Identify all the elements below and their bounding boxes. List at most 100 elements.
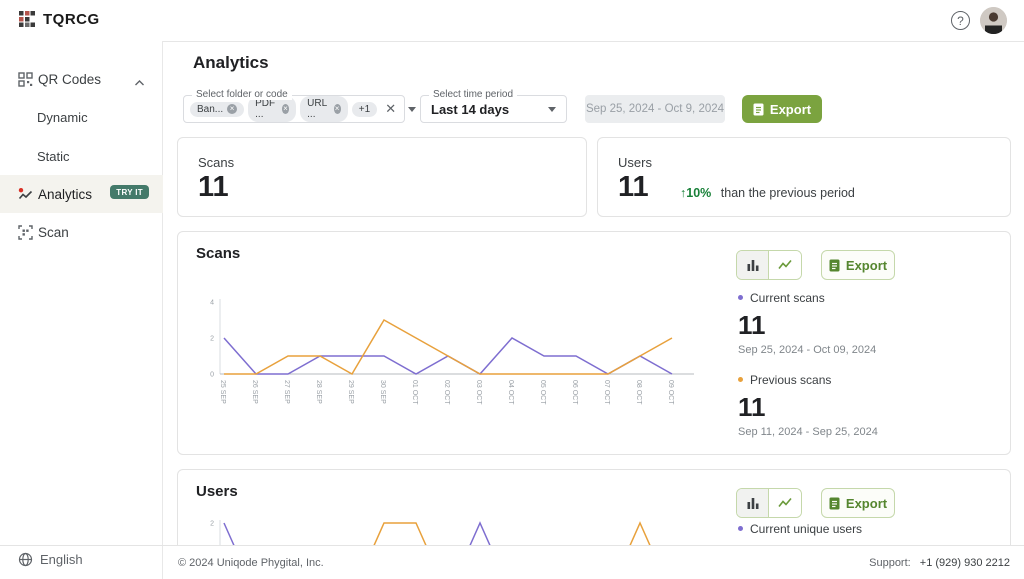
svg-text:0: 0 bbox=[210, 372, 214, 379]
app-window: TQRCG ? QR Codes bbox=[0, 0, 1024, 579]
avatar-image bbox=[980, 7, 1007, 34]
language-label: English bbox=[40, 552, 83, 567]
legend-label: Current scans bbox=[750, 291, 825, 305]
users-summary-label: Users bbox=[618, 155, 652, 170]
app-logo[interactable]: TQRCG bbox=[18, 10, 100, 28]
topbar-divider bbox=[163, 41, 1024, 42]
time-period-select[interactable]: Select time period Last 14 days bbox=[420, 95, 567, 123]
sidebar-item-qr-codes[interactable]: QR Codes bbox=[0, 60, 163, 98]
legend-period: Sep 11, 2024 - Sep 25, 2024 bbox=[738, 426, 878, 438]
bar-chart-toggle[interactable] bbox=[737, 251, 769, 279]
page-title: Analytics bbox=[193, 53, 269, 73]
sidebar-item-scan[interactable]: Scan bbox=[0, 213, 163, 251]
users-delta: ↑10% than the previous period bbox=[680, 186, 855, 200]
chevron-up-icon[interactable] bbox=[134, 74, 145, 92]
svg-text:02 OCT: 02 OCT bbox=[443, 380, 450, 405]
svg-text:07 OCT: 07 OCT bbox=[603, 380, 610, 405]
export-button-label: Export bbox=[846, 496, 887, 511]
chip-remove-icon[interactable]: × bbox=[227, 104, 237, 114]
legend-current-unique-users: Current unique users bbox=[738, 520, 862, 538]
chevron-down-icon[interactable] bbox=[408, 107, 416, 112]
scans-chart-card: Scans Export bbox=[177, 231, 1011, 455]
legend-label: Previous scans bbox=[750, 373, 831, 387]
legend-dot-orange bbox=[738, 377, 743, 382]
scans-summary-value: 11 bbox=[198, 171, 229, 204]
svg-text:4: 4 bbox=[210, 300, 214, 307]
line-chart-toggle[interactable] bbox=[769, 489, 801, 517]
legend-dot-purple bbox=[738, 526, 743, 531]
chip-remove-icon[interactable]: × bbox=[282, 104, 289, 114]
arrow-up-icon: ↑10% bbox=[680, 186, 711, 200]
sidebar-divider bbox=[0, 545, 163, 546]
svg-text:27 SEP: 27 SEP bbox=[283, 380, 290, 404]
users-delta-note: than the previous period bbox=[721, 186, 855, 200]
svg-text:06 OCT: 06 OCT bbox=[571, 380, 578, 405]
chart-type-toggle bbox=[736, 488, 802, 518]
users-card-title: Users bbox=[196, 483, 238, 500]
chart-type-toggle bbox=[736, 250, 802, 280]
svg-text:26 SEP: 26 SEP bbox=[251, 380, 258, 404]
svg-text:25 SEP: 25 SEP bbox=[219, 380, 226, 404]
language-selector[interactable]: English bbox=[18, 552, 83, 567]
line-chart-toggle[interactable] bbox=[769, 251, 801, 279]
time-period-label: Select time period bbox=[429, 89, 517, 100]
sidebar: QR Codes Dynamic Static Analytics TRY IT bbox=[0, 41, 163, 579]
scans-summary-card: Scans 11 bbox=[177, 137, 587, 217]
support-label: Support: bbox=[869, 557, 911, 569]
scans-line-chart: 0 2 4 25 SEP 26 SEP 27 SEP 28 SEP 29 SEP 30 SEP 0… bbox=[194, 290, 714, 425]
sidebar-item-dynamic[interactable]: Dynamic bbox=[0, 98, 163, 136]
legend-dot-purple bbox=[738, 295, 743, 300]
globe-icon bbox=[18, 552, 33, 567]
chevron-down-icon bbox=[548, 107, 556, 112]
scan-icon bbox=[18, 225, 33, 240]
chip-label: Ban... bbox=[197, 104, 223, 115]
line-chart-icon bbox=[778, 496, 792, 510]
users-summary-value: 11 bbox=[618, 171, 649, 204]
avatar[interactable] bbox=[980, 7, 1007, 34]
bar-chart-toggle[interactable] bbox=[737, 489, 769, 517]
svg-text:2: 2 bbox=[210, 336, 214, 343]
svg-text:2: 2 bbox=[210, 521, 214, 528]
try-it-badge: TRY IT bbox=[110, 185, 149, 199]
svg-text:08 OCT: 08 OCT bbox=[635, 380, 642, 405]
svg-text:03 OCT: 03 OCT bbox=[475, 380, 482, 405]
help-icon[interactable]: ? bbox=[951, 11, 970, 30]
export-users-button[interactable]: Export bbox=[821, 488, 895, 518]
svg-text:29 SEP: 29 SEP bbox=[347, 380, 354, 404]
copyright-text: © 2024 Uniqode Phygital, Inc. bbox=[178, 557, 324, 569]
folder-filter-label: Select folder or code bbox=[192, 89, 292, 100]
qr-logo-icon bbox=[18, 10, 36, 28]
chip-label: PDF ... bbox=[255, 98, 278, 120]
filter-chip[interactable]: Ban... × bbox=[190, 102, 244, 117]
sidebar-item-label: QR Codes bbox=[38, 72, 101, 87]
legend-value: 11 bbox=[738, 310, 876, 341]
line-chart-icon bbox=[778, 258, 792, 272]
filter-chip[interactable]: URL ... × bbox=[300, 96, 348, 122]
legend-value: 11 bbox=[738, 392, 878, 423]
chip-remove-icon[interactable]: × bbox=[334, 104, 341, 114]
export-scans-button[interactable]: Export bbox=[821, 250, 895, 280]
support-phone: +1 (929) 930 2212 bbox=[920, 557, 1010, 569]
folder-filter[interactable]: Select folder or code Ban... × PDF ... ×… bbox=[183, 95, 405, 123]
svg-text:28 SEP: 28 SEP bbox=[315, 380, 322, 404]
svg-text:04 OCT: 04 OCT bbox=[507, 380, 514, 405]
legend-previous-scans: Previous scans 11 Sep 11, 2024 - Sep 25,… bbox=[738, 371, 878, 438]
footer: © 2024 Uniqode Phygital, Inc. Support: +… bbox=[163, 545, 1024, 579]
export-button[interactable]: Export bbox=[742, 95, 822, 123]
bar-chart-icon bbox=[746, 496, 760, 510]
svg-text:30 SEP: 30 SEP bbox=[379, 380, 386, 404]
file-icon bbox=[829, 497, 840, 510]
scans-summary-label: Scans bbox=[198, 155, 234, 170]
scans-card-title: Scans bbox=[196, 245, 240, 262]
sidebar-item-static[interactable]: Static bbox=[0, 137, 163, 175]
bar-chart-icon bbox=[746, 258, 760, 272]
support-info: Support: +1 (929) 930 2212 bbox=[869, 557, 1010, 569]
sidebar-item-analytics[interactable]: Analytics TRY IT bbox=[0, 175, 163, 213]
clear-filter-icon[interactable]: ✕ bbox=[385, 101, 396, 117]
filter-chip-more[interactable]: +1 bbox=[352, 102, 377, 117]
time-period-value: Last 14 days bbox=[431, 102, 509, 117]
date-range-button[interactable]: Sep 25, 2024 - Oct 9, 2024 bbox=[585, 95, 725, 123]
file-icon bbox=[753, 103, 764, 116]
file-icon bbox=[829, 259, 840, 272]
legend-current-scans: Current scans 11 Sep 25, 2024 - Oct 09, … bbox=[738, 289, 876, 356]
